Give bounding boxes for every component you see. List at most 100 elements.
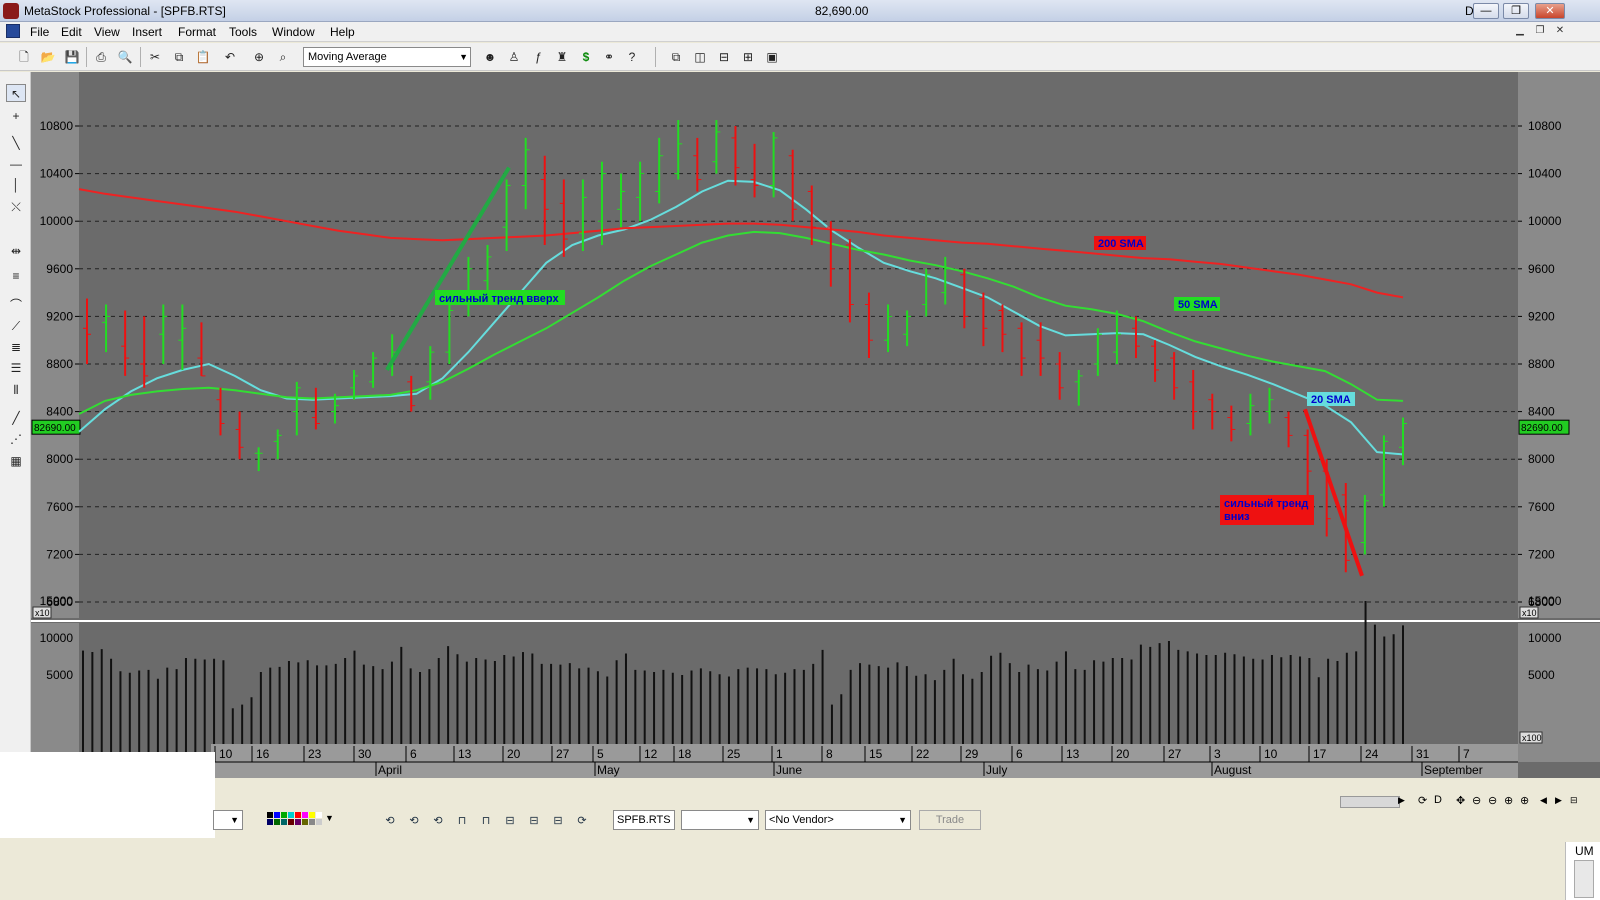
color-swatch[interactable] xyxy=(267,819,273,825)
formula-icon[interactable]: ƒ xyxy=(530,49,546,65)
retracement-icon[interactable]: ☰ xyxy=(6,359,26,377)
binoculars-icon[interactable]: ⚭ xyxy=(601,49,617,65)
copy-icon[interactable]: ⧉ xyxy=(171,49,187,65)
doc-minimize-icon[interactable]: ▁ xyxy=(1512,24,1528,39)
horizontal-scrollbar-thumb[interactable] xyxy=(1340,796,1400,808)
trendline-tool-icon[interactable]: ╲ xyxy=(6,134,26,152)
system-tester-icon[interactable]: ♜ xyxy=(554,49,570,65)
vertical-line-icon[interactable]: │ xyxy=(6,176,26,194)
print-preview-icon[interactable]: 🔍 xyxy=(117,49,133,65)
layout-icon[interactable]: ▣ xyxy=(764,49,780,65)
tile-grid-icon[interactable]: ⊞ xyxy=(740,49,756,65)
chart-area[interactable]: 6800 68007200 72007600 76008000 80008400 8400… xyxy=(31,72,1600,778)
color-swatch[interactable] xyxy=(288,819,294,825)
zoom-out-icon[interactable]: ⊖ xyxy=(1472,794,1481,807)
fibonacci-icon[interactable]: ≣ xyxy=(6,338,26,356)
pane-layout-icon[interactable]: ⊟ xyxy=(501,812,519,830)
color-swatch[interactable] xyxy=(309,812,315,818)
menu-view[interactable]: View xyxy=(94,25,120,39)
security-field[interactable]: SPFB.RTS xyxy=(613,810,675,830)
save-icon[interactable]: 💾 xyxy=(64,49,80,65)
chart-style-icon[interactable]: ⟲ xyxy=(381,812,399,830)
menu-insert[interactable]: Insert xyxy=(132,25,162,39)
expert-icon[interactable]: ☻ xyxy=(482,49,498,65)
open-icon[interactable]: 📂 xyxy=(40,49,56,65)
parallel-lines-icon[interactable]: ⤬ xyxy=(6,198,26,216)
time-zones-icon[interactable]: ⦀ xyxy=(6,381,26,399)
scroll-left-icon[interactable]: ◀ xyxy=(1540,795,1547,806)
color-swatch[interactable] xyxy=(274,819,280,825)
color-swatch[interactable] xyxy=(295,812,301,818)
color-swatch[interactable] xyxy=(302,819,308,825)
color-swatch[interactable] xyxy=(316,819,322,825)
cycle-lines-icon[interactable]: ⇹ xyxy=(6,242,26,260)
scroll-right-icon[interactable]: ▶ xyxy=(1555,795,1562,806)
maximize-button[interactable]: ❐ xyxy=(1503,3,1529,19)
menu-file[interactable]: File xyxy=(30,25,49,39)
cut-icon[interactable]: ✂ xyxy=(147,49,163,65)
minimize-button[interactable]: — xyxy=(1473,3,1499,19)
menu-edit[interactable]: Edit xyxy=(61,25,82,39)
move-icon[interactable]: ✥ xyxy=(1456,794,1465,807)
chart-style-icon[interactable]: ⟲ xyxy=(405,812,423,830)
new-icon[interactable]: 🗋 xyxy=(16,49,32,65)
chart-style-icon[interactable]: ⟲ xyxy=(429,812,447,830)
color-swatch[interactable] xyxy=(309,819,315,825)
cascade-icon[interactable]: ⧉ xyxy=(668,49,684,65)
menu-window[interactable]: Window xyxy=(272,25,315,39)
color-swatch[interactable] xyxy=(288,812,294,818)
period-select[interactable]: ▼ xyxy=(681,810,759,830)
zoom-in-icon[interactable]: ⊕ xyxy=(1504,794,1513,807)
paste-icon[interactable]: 📋 xyxy=(195,49,211,65)
arc-icon[interactable]: ⌒ xyxy=(6,296,26,314)
color-swatch[interactable] xyxy=(267,812,273,818)
window-style-icon[interactable]: ⊓ xyxy=(477,812,495,830)
scroll-end-icon[interactable]: ⊟ xyxy=(1570,795,1578,806)
print-icon[interactable]: ⎙ xyxy=(93,49,109,65)
indicator-select[interactable]: Moving Average ▼ xyxy=(303,47,471,67)
color-swatch[interactable] xyxy=(281,819,287,825)
refresh-icon[interactable]: ⟳ xyxy=(573,812,591,830)
color-palette[interactable]: ▼ xyxy=(267,812,357,830)
menu-help[interactable]: Help xyxy=(330,25,355,39)
pointer-icon[interactable]: ↖ xyxy=(6,84,26,102)
line-style-select[interactable]: ▼ xyxy=(213,810,243,830)
speed-lines-icon[interactable]: ≡ xyxy=(6,267,26,285)
daily-icon[interactable]: D xyxy=(1434,794,1442,806)
vertical-scrollbar[interactable] xyxy=(1574,860,1594,898)
crosshair-tool-icon[interactable]: + xyxy=(6,107,26,125)
zoom-in-icon[interactable]: ⊕ xyxy=(1520,794,1529,807)
vendor-select[interactable]: <No Vendor> ▼ xyxy=(765,810,911,830)
color-swatch[interactable] xyxy=(281,812,287,818)
trade-button[interactable]: Trade xyxy=(919,810,981,830)
close-button[interactable]: ✕ xyxy=(1535,3,1565,19)
color-swatch[interactable] xyxy=(316,812,322,818)
horizontal-line-icon[interactable]: — xyxy=(6,155,26,173)
doc-close-icon[interactable]: ✕ xyxy=(1552,24,1568,39)
color-swatch[interactable] xyxy=(274,812,280,818)
dollar-icon[interactable]: $ xyxy=(578,49,594,65)
explorer-icon[interactable]: ♙ xyxy=(506,49,522,65)
tile-horizontal-icon[interactable]: ⊟ xyxy=(716,49,732,65)
menu-tools[interactable]: Tools xyxy=(229,25,257,39)
grid-tool-icon[interactable]: ▦ xyxy=(6,452,26,470)
line-tool-icon[interactable]: ╱ xyxy=(6,409,26,427)
scroll-right-icon[interactable]: ▶ xyxy=(1398,795,1405,806)
tile-vertical-icon[interactable]: ◫ xyxy=(692,49,708,65)
pane-layout-icon[interactable]: ⊟ xyxy=(549,812,567,830)
fan-icon[interactable]: ⟋ xyxy=(6,317,26,335)
pane-layout-icon[interactable]: ⊟ xyxy=(525,812,543,830)
refresh-icon[interactable]: ⟳ xyxy=(1418,794,1427,807)
zoom-out-icon[interactable]: ⊖ xyxy=(1488,794,1497,807)
window-style-icon[interactable]: ⊓ xyxy=(453,812,471,830)
color-swatch[interactable] xyxy=(295,819,301,825)
help-pointer-icon[interactable]: ? xyxy=(624,49,640,65)
color-swatch[interactable] xyxy=(302,812,308,818)
menu-format[interactable]: Format xyxy=(178,25,216,39)
undo-icon[interactable]: ↶ xyxy=(222,49,238,65)
crosshair-icon[interactable]: ⊕ xyxy=(251,49,267,65)
zoom-icon[interactable]: ⌕ xyxy=(275,49,291,65)
security-value: SPFB.RTS xyxy=(617,814,671,826)
doc-restore-icon[interactable]: ❐ xyxy=(1532,24,1548,39)
gann-fan-icon[interactable]: ⋰ xyxy=(6,430,26,448)
